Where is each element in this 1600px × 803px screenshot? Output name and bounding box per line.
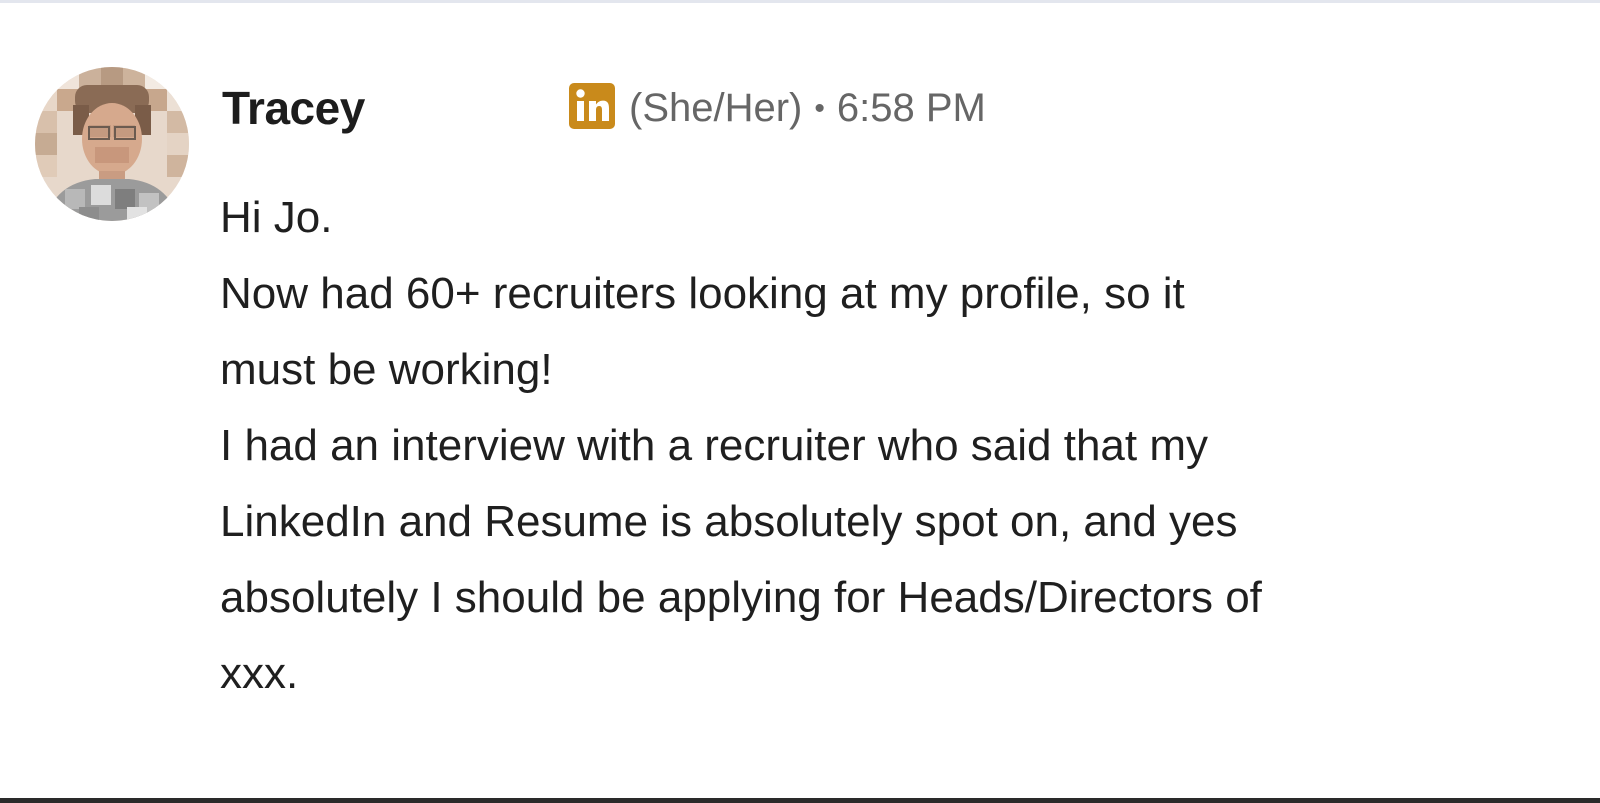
message-line: Hi Jo. bbox=[220, 193, 333, 242]
message-line: xxx. bbox=[220, 649, 299, 698]
avatar[interactable] bbox=[35, 67, 189, 221]
message-body: Hi Jo. Now had 60+ recruiters looking at… bbox=[220, 180, 1580, 712]
avatar-photo-icon bbox=[35, 67, 189, 221]
sender-name[interactable]: Tracey bbox=[222, 82, 365, 134]
pronouns: (She/Her) bbox=[629, 86, 803, 130]
linkedin-icon bbox=[568, 82, 616, 130]
meta-separator: • bbox=[814, 92, 825, 125]
message-item: Tracey (She/Her) • 6:58 PM Hi Jo. Now had … bbox=[0, 0, 1600, 798]
sender-meta: (She/Her) • 6:58 PM bbox=[629, 82, 986, 135]
message-header: Tracey (She/Her) • 6:58 PM bbox=[222, 78, 1522, 134]
message-line: I had an interview with a recruiter who … bbox=[220, 421, 1209, 470]
message-line: Now had 60+ recruiters looking at my pro… bbox=[220, 269, 1185, 318]
timestamp: 6:58 PM bbox=[836, 86, 986, 130]
bottom-divider bbox=[0, 798, 1600, 803]
message-line: absolutely I should be applying for Head… bbox=[220, 573, 1262, 622]
message-line: LinkedIn and Resume is absolutely spot o… bbox=[220, 497, 1238, 546]
message-line: must be working! bbox=[220, 345, 553, 394]
